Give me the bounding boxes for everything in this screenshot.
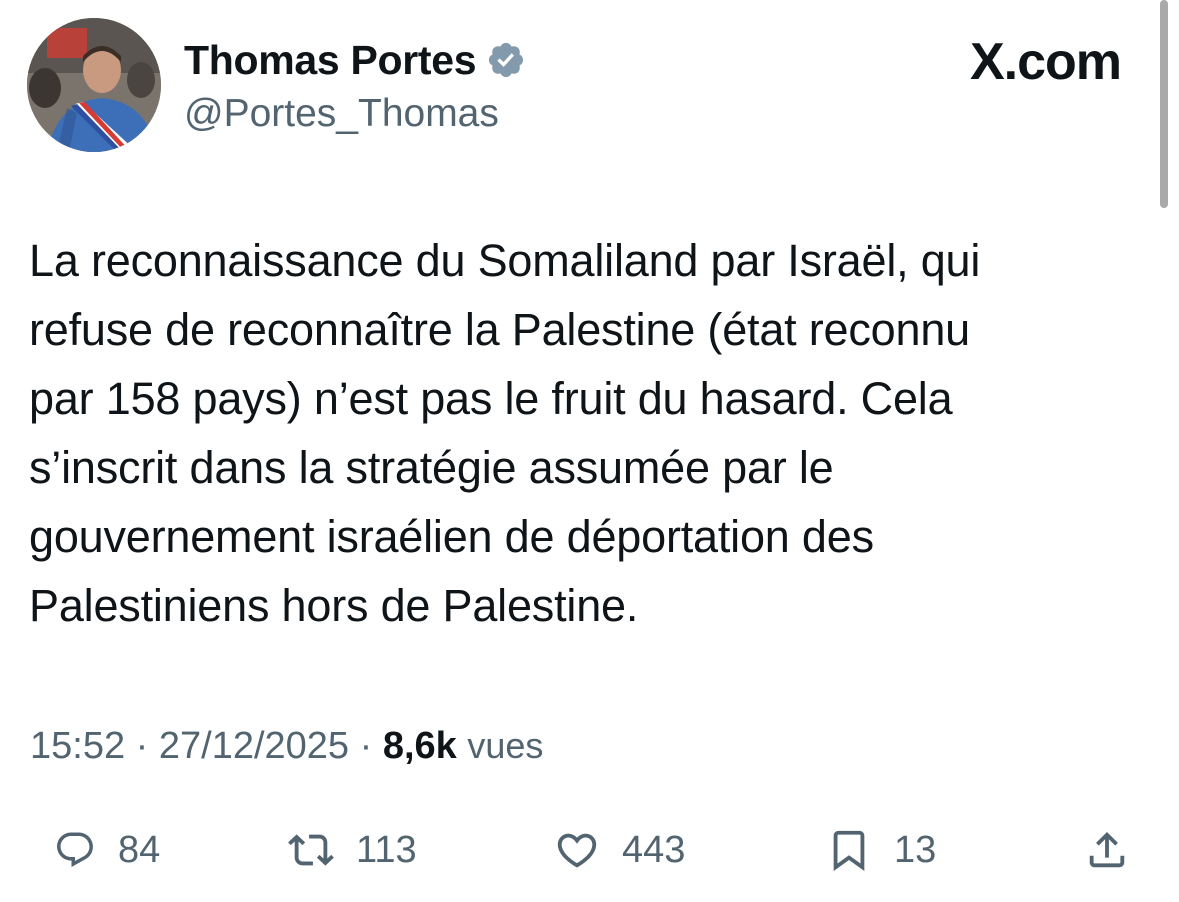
like-button[interactable]: 443 — [554, 818, 685, 882]
tweet-line: par 158 pays) n’est pas le fruit du hasa… — [29, 373, 953, 424]
retweet-count: 113 — [356, 829, 417, 871]
tweet-meta: 15:52 · 27/12/2025 · 8,6k vues — [30, 722, 543, 770]
avatar[interactable] — [27, 18, 161, 152]
tweet-line: gouvernement israélien de déportation de… — [29, 511, 874, 562]
bookmark-count: 13 — [894, 829, 937, 871]
share-icon — [1084, 827, 1130, 873]
tweet-line: refuse de reconnaître la Palestine (état… — [29, 304, 970, 355]
tweet-time[interactable]: 15:52 — [30, 725, 125, 767]
verified-badge-icon — [486, 40, 526, 80]
meta-separator: · — [359, 725, 373, 767]
brand-label: X.com — [969, 33, 1122, 91]
retweet-icon — [288, 827, 334, 873]
tweet-line: La reconnaissance du Somaliland par Isra… — [29, 235, 981, 286]
scrollbar[interactable] — [1160, 0, 1168, 208]
meta-separator: · — [135, 725, 149, 767]
heart-icon — [554, 827, 600, 873]
tweet-text: La reconnaissance du Somaliland par Isra… — [29, 226, 1139, 640]
bookmark-icon — [826, 827, 872, 873]
tweet-line: s’inscrit dans la stratégie assumée par … — [29, 442, 834, 493]
action-bar: 84 113 443 13 — [0, 818, 1179, 882]
author-name[interactable]: Thomas Portes — [184, 36, 477, 84]
share-button[interactable] — [1084, 818, 1130, 882]
reply-button[interactable]: 84 — [54, 818, 160, 882]
reply-icon — [54, 829, 96, 871]
author-handle[interactable]: @Portes_Thomas — [184, 91, 499, 137]
views-count[interactable]: 8,6k — [383, 725, 457, 767]
tweet-line: Palestiniens hors de Palestine. — [29, 580, 639, 631]
views-label: vues — [467, 725, 544, 766]
author-name-row[interactable]: Thomas Portes — [184, 36, 526, 84]
bookmark-button[interactable]: 13 — [826, 818, 936, 882]
reply-count: 84 — [118, 829, 161, 871]
like-count: 443 — [622, 829, 686, 871]
tweet-date[interactable]: 27/12/2025 — [159, 725, 349, 767]
retweet-button[interactable]: 113 — [288, 818, 417, 882]
avatar-photo — [27, 18, 161, 152]
